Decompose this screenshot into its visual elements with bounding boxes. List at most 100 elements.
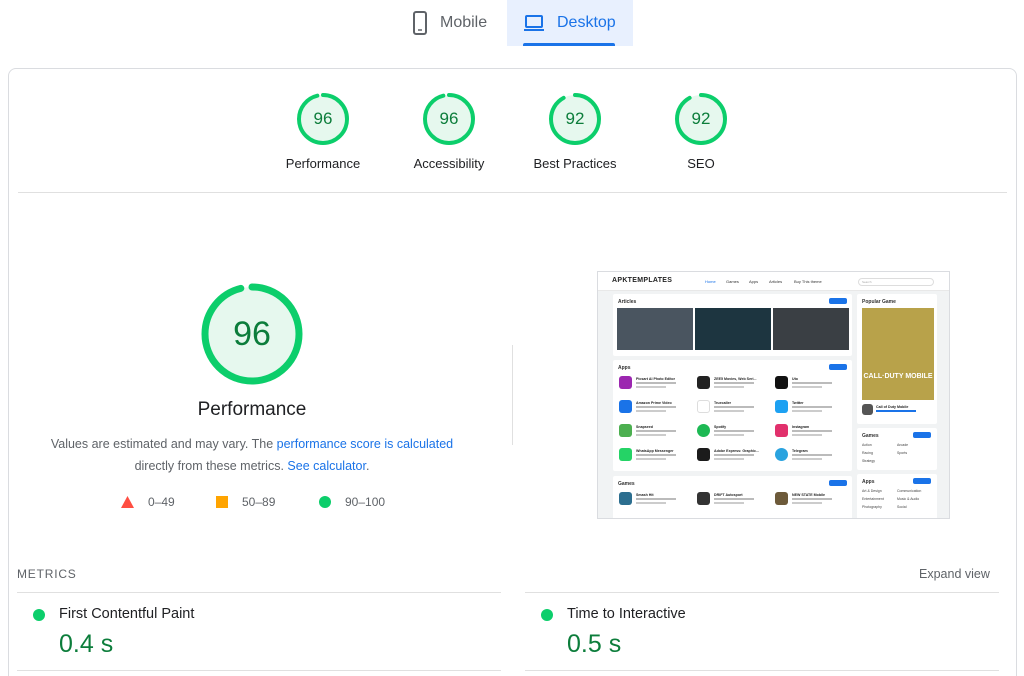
thumb-articles-title: Articles [618, 299, 637, 305]
score-legend: 0–49 50–89 90–100 [0, 495, 512, 511]
thumb-app-name: Amazon Prime Video [636, 401, 672, 405]
thumb-app-name: Instagram [792, 425, 810, 429]
metric-divider [525, 592, 999, 593]
thumb-app: Twitter [775, 398, 850, 418]
tab-desktop-label: Desktop [557, 14, 616, 31]
thumb-popular-game-name: Call of Duty Mobile [876, 405, 909, 409]
gauge-score: 92 [691, 109, 711, 128]
thumb-article [617, 308, 693, 350]
divider [18, 192, 1007, 193]
thumb-side-games-title: Games [862, 433, 879, 439]
vertical-divider [512, 345, 513, 445]
gauge-score: 96 [313, 109, 333, 128]
thumb-nav-item: Home [705, 279, 716, 284]
thumb-view-all [829, 364, 847, 370]
performance-score: 96 [233, 315, 271, 353]
desc-text: directly from these metrics. [134, 459, 288, 473]
tab-desktop[interactable]: Desktop [507, 0, 633, 46]
metric-name: First Contentful Paint [59, 606, 195, 622]
pass-circle-icon [541, 609, 553, 621]
laptop-icon [524, 15, 544, 31]
triangle-icon [121, 496, 134, 508]
thumb-brand: APKTEMPLATES [612, 277, 673, 284]
thumb-popular-game: Call of Duty Mobile [862, 402, 934, 422]
thumb-category: Communication [897, 489, 922, 493]
thumb-app: Adobe Express: Graphic... [697, 446, 772, 466]
desc-text: . [365, 459, 370, 473]
thumb-game-art: CALL·DUTY MOBILE [862, 308, 934, 400]
thumb-app-name: ZEE5 Movies, Web Seri... [714, 377, 757, 381]
metric-divider [525, 670, 999, 671]
thumb-category: Racing [862, 451, 873, 455]
thumb-game: NEW STATE Mobile [775, 490, 850, 510]
thumb-article [773, 308, 849, 350]
thumb-app-name: Adobe Express: Graphic... [714, 449, 759, 453]
gauge-label: Best Practices [533, 156, 617, 171]
thumb-articles-panel: Articles [613, 294, 852, 356]
metric-name: Time to Interactive [567, 606, 686, 622]
thumb-app: WhatsApp Messenger [619, 446, 694, 466]
thumb-nav-item: Games [726, 279, 739, 284]
tab-mobile[interactable]: Mobile [398, 0, 506, 46]
thumb-nav-item: Buy This theme [794, 279, 822, 284]
thumb-category: Photography [862, 505, 882, 509]
thumb-game-name: NEW STATE Mobile [792, 493, 826, 497]
thumb-games-panel: Games Smash Hit DRIFT Autosport NEW STAT… [613, 476, 852, 518]
metric-value: 0.5 s [567, 630, 622, 658]
thumb-view-all [829, 298, 847, 304]
gauge-accessibility[interactable]: 96 Accessibility [389, 92, 509, 171]
thumb-app: Amazon Prime Video [619, 398, 694, 418]
device-tabs: Mobile Desktop [0, 0, 1024, 46]
thumb-side-apps-panel: Apps Art & Design Communication Entertai… [857, 474, 937, 518]
gauge-seo[interactable]: 92 SEO [641, 92, 761, 171]
thumb-game: DRIFT Autosport [697, 490, 772, 510]
thumb-category: Music & Audio [897, 497, 920, 501]
circle-icon [319, 496, 331, 508]
thumb-search: Search [858, 278, 934, 286]
thumb-app: Picsart AI Photo Editor [619, 374, 694, 394]
thumb-app: Instagram [775, 422, 850, 442]
gauge-label: Accessibility [413, 156, 485, 171]
tab-mobile-label: Mobile [440, 14, 488, 31]
see-calculator-link[interactable]: See calculator [287, 459, 366, 473]
thumb-category: Arcade [897, 443, 909, 447]
gauge-performance[interactable]: 96 Performance [263, 92, 383, 171]
thumb-view-all [913, 478, 931, 484]
thumb-game: Smash Hit [619, 490, 694, 510]
thumb-view-all [829, 480, 847, 486]
performance-title: Performance [197, 399, 307, 420]
thumb-popular-title: Popular Game [862, 299, 896, 305]
gauge-score: 92 [565, 109, 585, 128]
gauge-label: SEO [687, 156, 715, 171]
expand-view-toggle[interactable]: Expand view [919, 567, 990, 581]
thumb-game-name: Smash Hit [636, 493, 654, 497]
thumb-category: Strategy [862, 459, 876, 463]
thumb-game-art-text: CALL·DUTY MOBILE [863, 373, 933, 380]
gauge-best-practices[interactable]: 92 Best Practices [515, 92, 635, 171]
thumb-app-name: WhatsApp Messenger [636, 449, 674, 453]
thumb-apps-panel: Apps Picsart AI Photo Editor ZEE5 Movies… [613, 360, 852, 471]
performance-gauge-large: 96 [200, 282, 304, 386]
gauge-label: Performance [285, 156, 361, 171]
legend-range: 90–100 [345, 495, 386, 509]
thumb-app-name: Uto [792, 377, 798, 381]
square-icon [216, 496, 228, 508]
thumb-side-apps-title: Apps [862, 479, 875, 485]
metrics-heading: METRICS [17, 567, 77, 581]
thumb-category: Sports [897, 451, 908, 455]
performance-score-link[interactable]: performance score is calculated [277, 437, 453, 451]
metric-divider [17, 592, 501, 593]
thumb-nav-item: Articles [769, 279, 783, 284]
thumb-header: APKTEMPLATES Home Games Apps Articles Bu… [598, 272, 949, 291]
final-screenshot[interactable]: APKTEMPLATES Home Games Apps Articles Bu… [597, 271, 950, 519]
thumb-view-all [913, 432, 931, 438]
thumb-apps-title: Apps [618, 365, 631, 371]
desc-text: Values are estimated and may vary. The [50, 437, 277, 451]
thumb-nav-item: Apps [749, 279, 759, 284]
thumb-games-title: Games [618, 481, 635, 487]
thumb-app-name: Picsart AI Photo Editor [636, 377, 676, 381]
thumb-app: Snapseed [619, 422, 694, 442]
performance-description: Values are estimated and may vary. The p… [22, 433, 482, 477]
thumb-app: Spotify [697, 422, 772, 442]
thumb-app: ZEE5 Movies, Web Seri... [697, 374, 772, 394]
